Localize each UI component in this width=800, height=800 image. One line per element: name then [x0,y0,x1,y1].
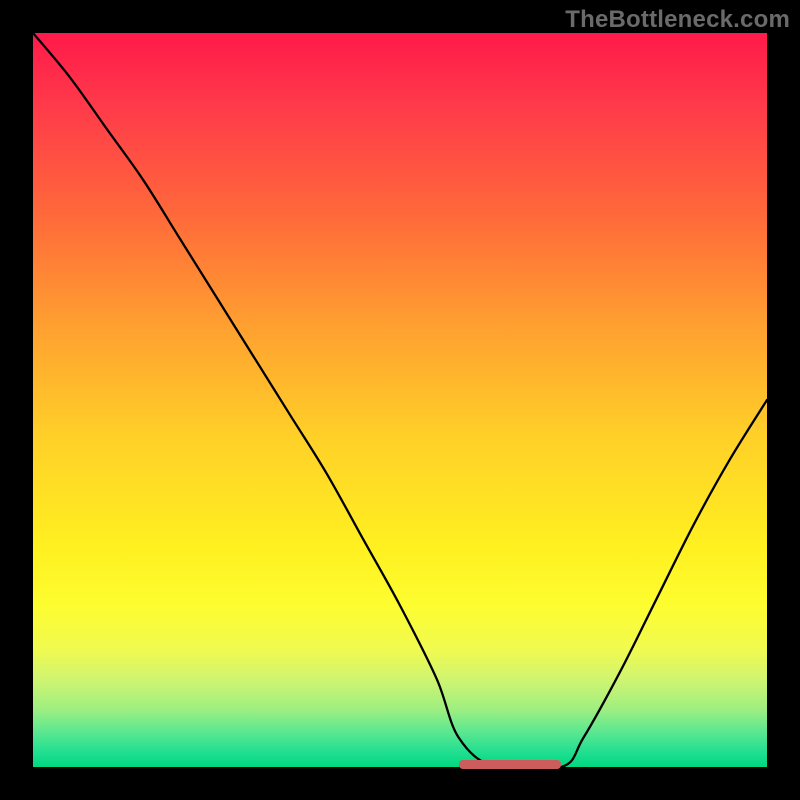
plot-area [33,33,767,767]
bottleneck-curve [33,33,767,767]
watermark-text: TheBottleneck.com [565,6,790,34]
chart-container: TheBottleneck.com [0,0,800,800]
optimal-range-marker [459,760,562,769]
